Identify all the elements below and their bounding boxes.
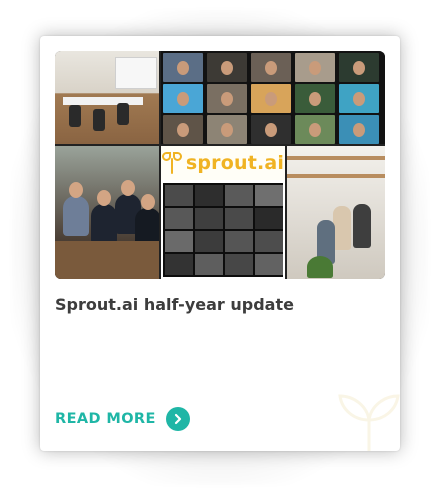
sprout-logo-panel: sprout.ai: [161, 146, 285, 279]
sprout-watermark-icon: [338, 394, 400, 451]
logo-text: sprout.ai: [185, 152, 285, 174]
video-call-grid: [163, 183, 283, 277]
team-photo: [55, 146, 159, 279]
sprout-logo: sprout.ai: [161, 146, 285, 180]
read-more-label[interactable]: READ MORE: [55, 411, 156, 427]
post-title[interactable]: Sprout.ai half-year update: [55, 295, 385, 314]
read-more-link[interactable]: READ MORE: [55, 407, 190, 431]
post-image-collage: sprout.ai: [55, 51, 385, 279]
office-photo: [55, 51, 159, 144]
office-team-photo: [287, 146, 385, 279]
chevron-right-icon[interactable]: [165, 407, 190, 431]
sprout-logo-icon: [161, 152, 182, 174]
blog-post-card[interactable]: sprout.ai Sprout.ai half-year update REA…: [40, 36, 400, 451]
video-call-photo: [161, 51, 385, 144]
